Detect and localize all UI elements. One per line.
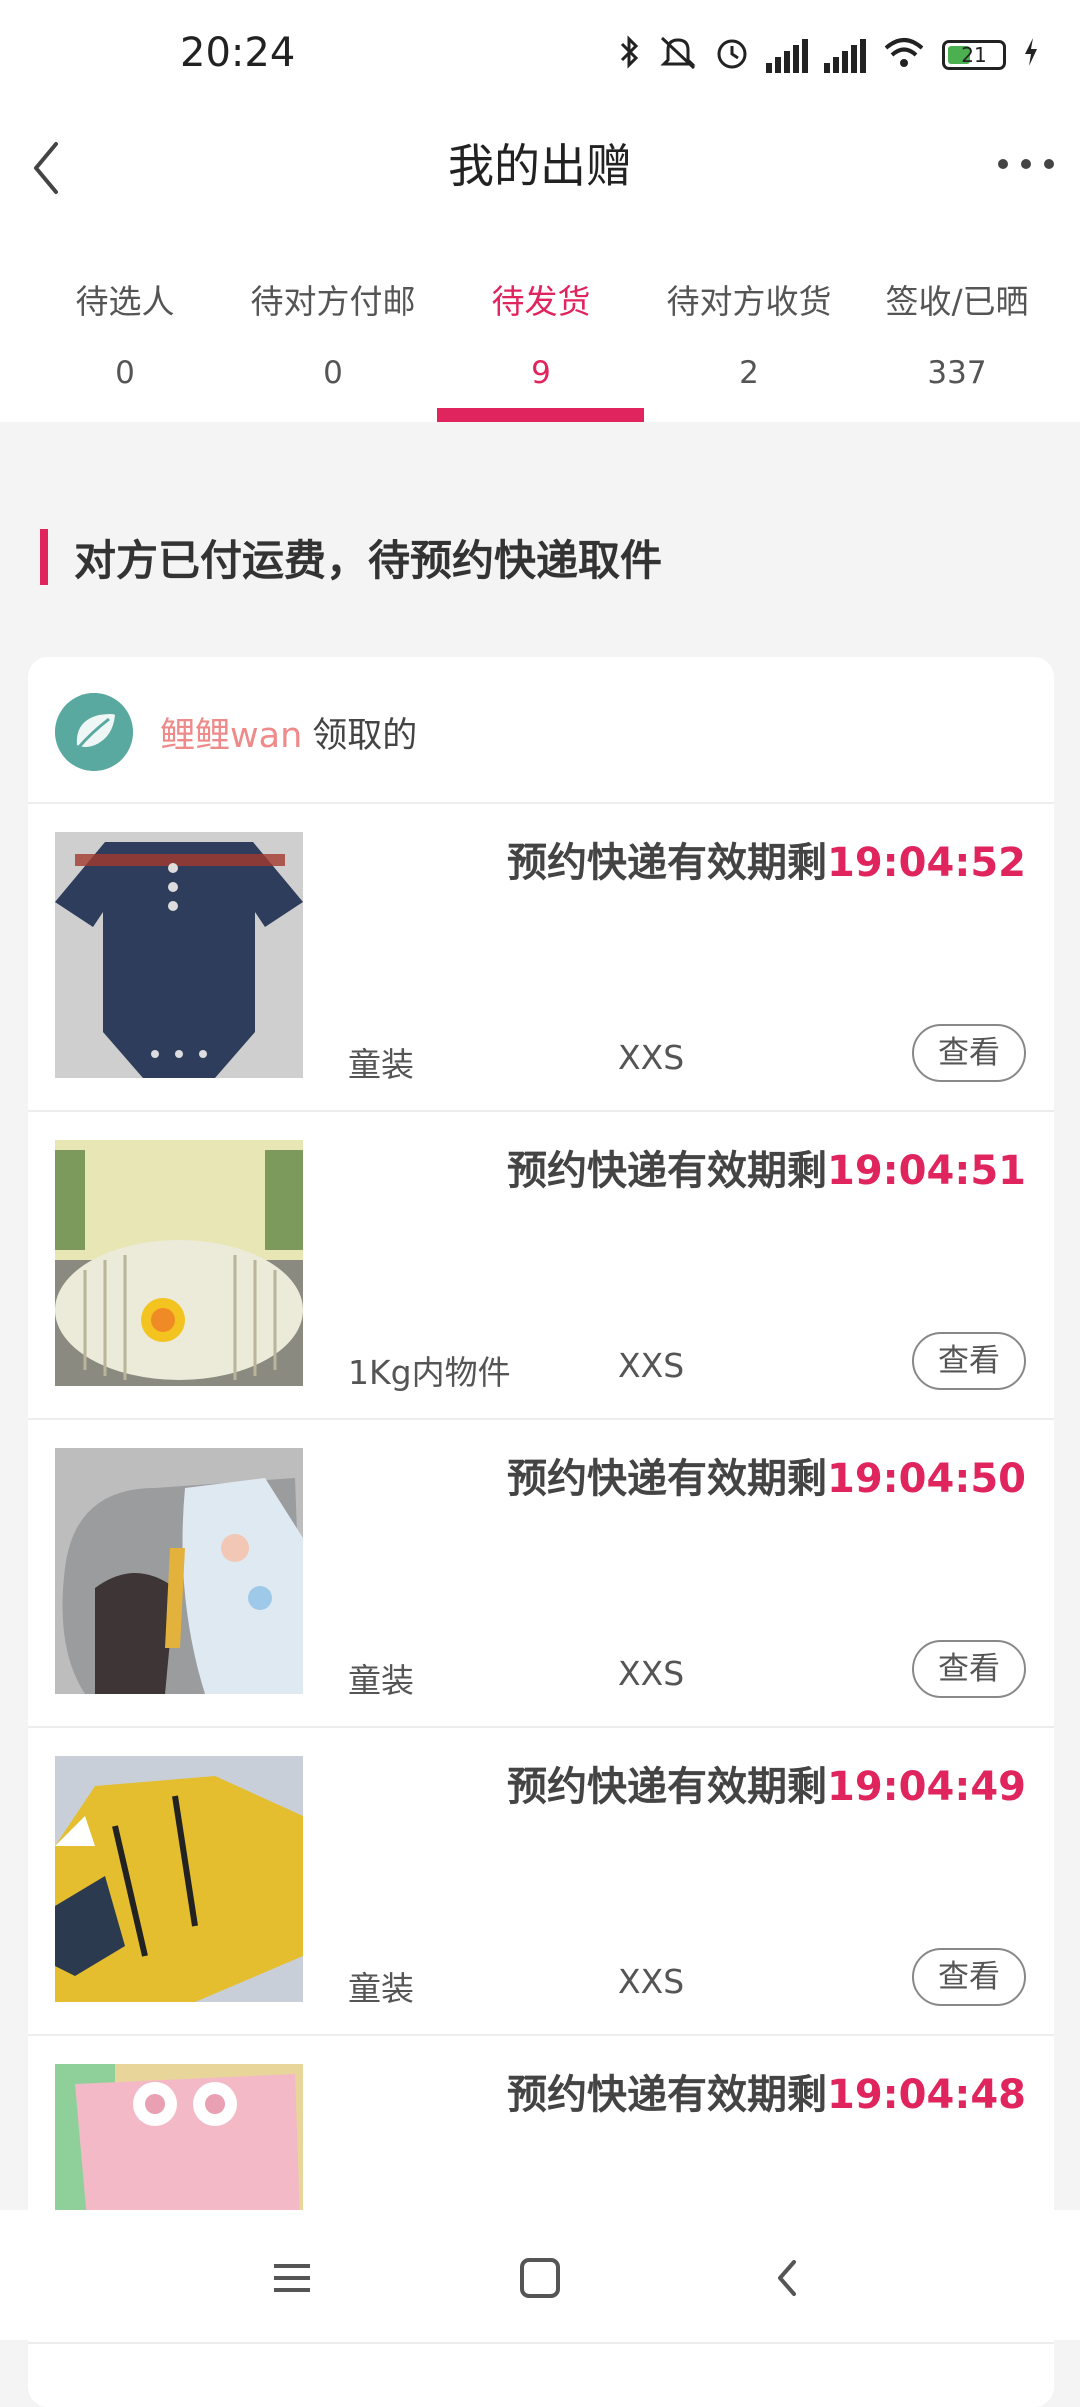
active-tab-indicator — [437, 408, 644, 422]
tab-count: 9 — [531, 355, 551, 391]
pickup-deadline: 预约快递有效期剩19:04:49 — [507, 1754, 1026, 1812]
tab-count: 337 — [927, 355, 987, 391]
tab-count: 0 — [323, 355, 343, 391]
signal-hd-icon — [824, 37, 866, 73]
item-size: XXS — [618, 1654, 685, 1693]
tab-count: 2 — [739, 355, 759, 391]
view-button[interactable]: 查看 — [912, 1332, 1026, 1390]
item-photo — [55, 832, 303, 1078]
item-size: XXS — [618, 1038, 685, 1077]
list-item[interactable]: 预约快递有效期剩19:04:49 童装 XXS 查看 — [28, 1726, 1054, 2036]
deadline-prefix: 预约快递有效期剩 — [507, 1148, 828, 1194]
recipient-info: 鲤鲤wan 领取的 — [160, 707, 417, 758]
pickup-deadline: 预约快递有效期剩19:04:48 — [507, 2062, 1026, 2120]
tab-label: 待对方付邮 — [250, 282, 416, 321]
battery-level: 21 — [961, 43, 987, 67]
recipient-suffix: 领取的 — [312, 716, 418, 756]
deadline-prefix: 预约快递有效期剩 — [507, 2072, 828, 2118]
pickup-deadline: 预约快递有效期剩19:04:50 — [507, 1446, 1026, 1504]
item-category: 童装 — [348, 1045, 414, 1084]
home-nav-button[interactable] — [510, 2248, 570, 2308]
section-title: 对方已付运费，待预约快递取件 — [74, 535, 663, 585]
list-item[interactable]: 预约快递有效期剩19:04:51 1Kg内物件 XXS 查看 — [28, 1110, 1054, 1420]
status-bar: 20:24 21 — [0, 0, 1080, 110]
deadline-prefix: 预约快递有效期剩 — [507, 1764, 828, 1810]
view-button[interactable]: 查看 — [912, 1948, 1026, 2006]
home-square-icon — [520, 2258, 560, 2298]
tab-count: 0 — [115, 355, 135, 391]
pickup-deadline: 预约快递有效期剩19:04:52 — [507, 830, 1026, 888]
item-photo — [55, 1448, 303, 1694]
more-options-button[interactable] — [998, 154, 1054, 174]
item-size: XXS — [618, 1346, 685, 1385]
status-icons: 21 — [618, 34, 1040, 76]
alarm-icon — [714, 34, 750, 76]
view-button[interactable]: 查看 — [912, 1640, 1026, 1698]
status-tabs: 待选人 0 待对方付邮 0 待发货 9 待对方收货 2 签收/已晒 337 — [0, 230, 1080, 422]
more-dot-icon — [998, 159, 1008, 169]
section-heading: 对方已付运费，待预约快递取件 — [40, 527, 662, 587]
tab-received[interactable]: 签收/已晒 337 — [853, 230, 1061, 422]
section-accent-bar — [40, 529, 48, 585]
list-item[interactable]: 预约快递有效期剩19:04:50 童装 XXS 查看 — [28, 1418, 1054, 1728]
order-card-header: 鲤鲤wan 领取的 — [28, 657, 1054, 804]
countdown-timer: 19:04:52 — [827, 840, 1026, 886]
item-photo — [55, 1756, 303, 2002]
countdown-timer: 19:04:48 — [827, 2072, 1026, 2118]
item-category: 童装 — [348, 1661, 414, 1700]
bluetooth-icon — [618, 34, 642, 76]
view-button[interactable]: 查看 — [912, 1024, 1026, 1082]
pickup-deadline: 预约快递有效期剩19:04:51 — [507, 1138, 1026, 1196]
item-category: 1Kg内物件 — [348, 1353, 511, 1392]
battery-icon: 21 — [942, 40, 1006, 70]
back-chevron-icon — [778, 2260, 796, 2296]
status-time: 20:24 — [180, 30, 296, 76]
menu-icon — [274, 2264, 310, 2292]
countdown-timer: 19:04:49 — [827, 1764, 1026, 1810]
more-dot-icon — [1044, 159, 1054, 169]
wifi-icon — [882, 34, 926, 76]
list-item[interactable]: 预约快递有效期剩19:04:52 童装 XXS 查看 — [28, 802, 1054, 1112]
avatar[interactable] — [55, 693, 133, 771]
back-nav-button[interactable] — [758, 2248, 818, 2308]
tab-pending-select[interactable]: 待选人 0 — [21, 230, 229, 422]
menu-nav-button[interactable] — [262, 2248, 322, 2308]
item-size: XXS — [618, 1962, 685, 2001]
app-header: 我的出赠 — [0, 110, 1080, 230]
deadline-prefix: 预约快递有效期剩 — [507, 840, 828, 886]
page-title: 我的出赠 — [448, 139, 632, 193]
countdown-timer: 19:04:51 — [827, 1148, 1026, 1194]
deadline-prefix: 预约快递有效期剩 — [507, 1456, 828, 1502]
mute-icon — [658, 34, 698, 76]
tab-pending-postage[interactable]: 待对方付邮 0 — [229, 230, 437, 422]
recipient-name[interactable]: 鲤鲤wan — [160, 716, 302, 756]
tab-label: 待对方收货 — [666, 282, 832, 321]
tab-label: 待发货 — [491, 282, 591, 321]
leaf-logo-icon — [55, 693, 133, 771]
system-nav-bar — [0, 2210, 1080, 2340]
item-photo — [55, 1140, 303, 1386]
order-card: 鲤鲤wan 领取的 预约快递有效期剩19:04:52 童装 XXS 查看 预约快… — [28, 657, 1054, 2407]
tab-label: 待选人 — [75, 282, 175, 321]
more-dot-icon — [1021, 159, 1031, 169]
charging-icon — [1022, 36, 1040, 74]
tab-label: 签收/已晒 — [885, 282, 1029, 321]
countdown-timer: 19:04:50 — [827, 1456, 1026, 1502]
tab-pending-shipment[interactable]: 待发货 9 — [437, 230, 645, 422]
tab-pending-receipt[interactable]: 待对方收货 2 — [645, 230, 853, 422]
signal-hd-icon — [766, 37, 808, 73]
item-category: 童装 — [348, 1969, 414, 2008]
